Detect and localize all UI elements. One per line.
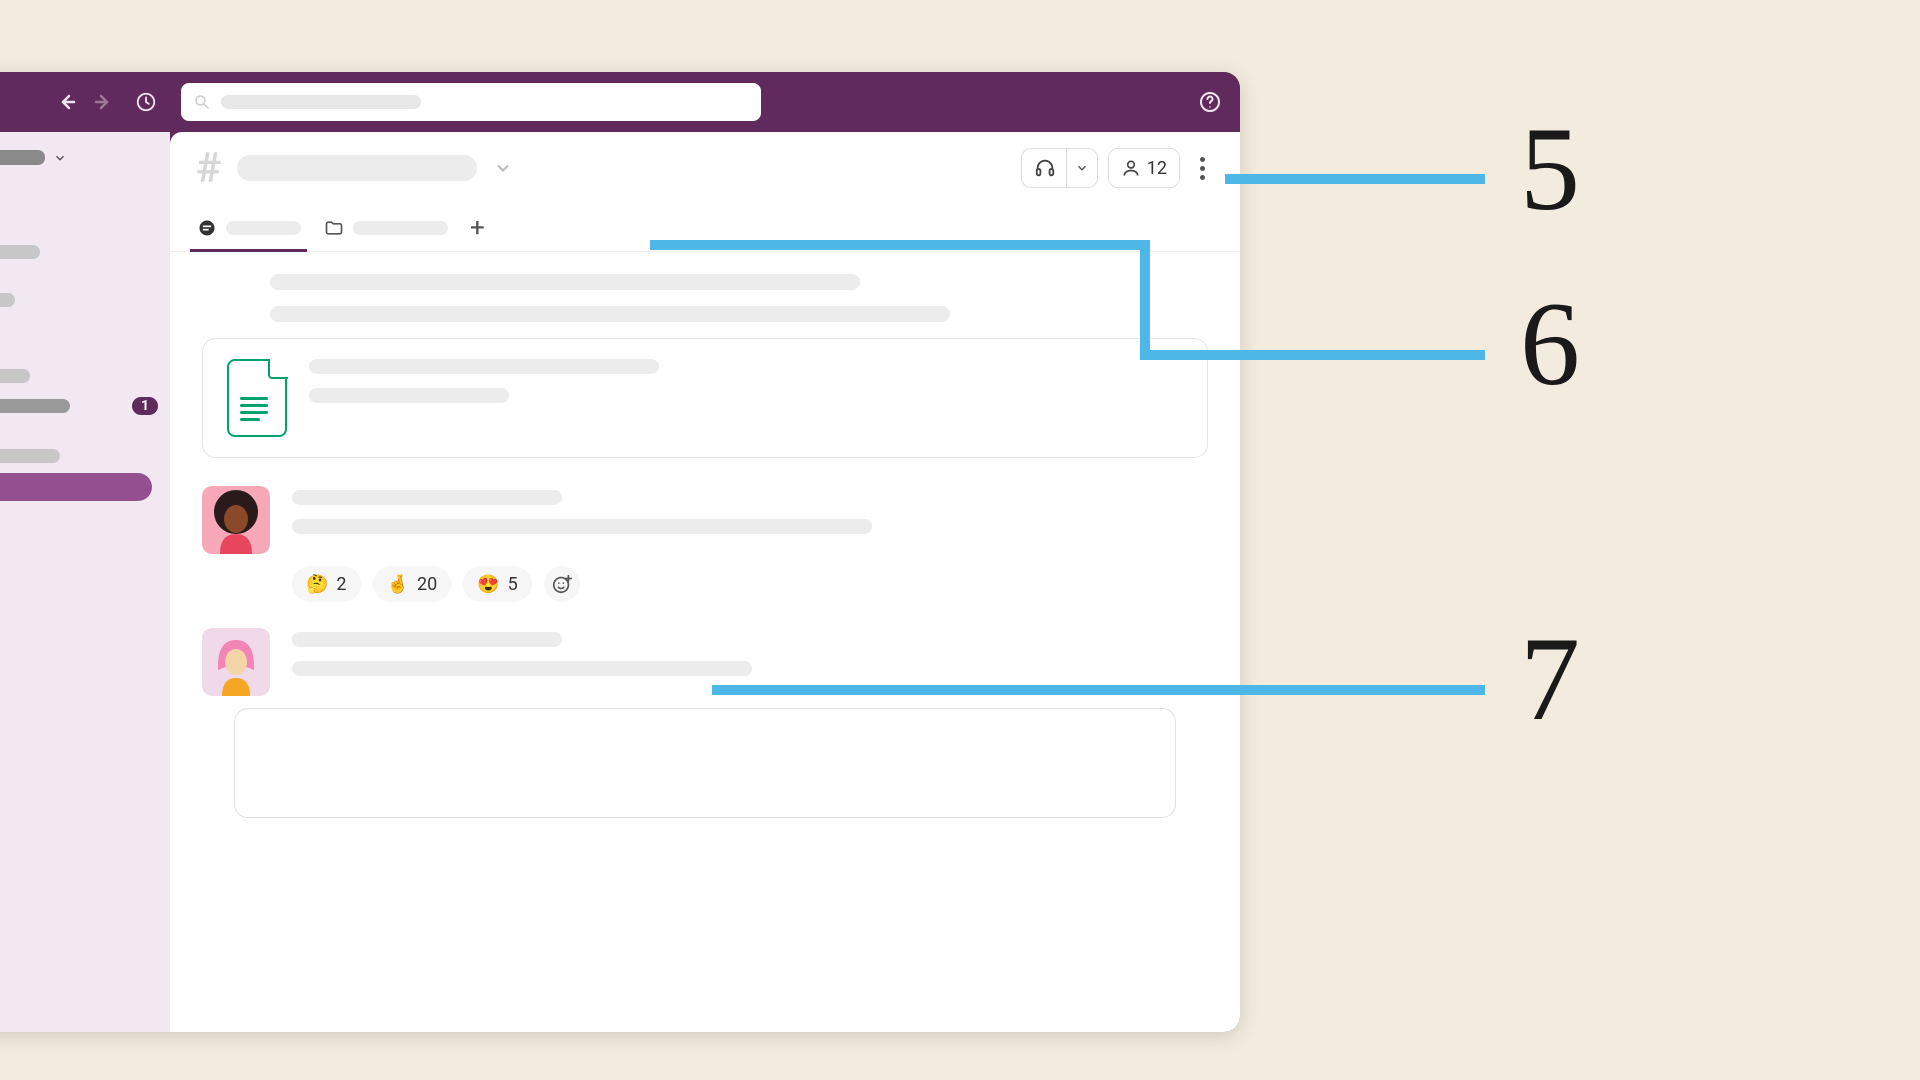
add-reaction-button[interactable] — [544, 566, 580, 602]
file-attachment-card[interactable] — [202, 338, 1208, 458]
reaction-count: 20 — [417, 574, 437, 595]
callout-line — [1140, 350, 1485, 360]
callout-number-6: 6 — [1520, 275, 1580, 413]
sidebar-item[interactable] — [0, 315, 170, 341]
callout-line — [650, 240, 1150, 250]
history-button[interactable] — [133, 89, 159, 115]
reaction-thinking[interactable]: 🤔 2 — [292, 566, 361, 602]
placeholder-line — [270, 274, 860, 290]
reaction-heart-eyes[interactable]: 😍 5 — [463, 566, 532, 602]
sidebar: 1 — [0, 132, 170, 1032]
callout-line — [1225, 174, 1485, 184]
emoji-icon: 🤔 — [306, 574, 328, 595]
reaction-fingers-crossed[interactable]: 🤞 20 — [373, 566, 452, 602]
sidebar-item-unread[interactable]: 1 — [0, 391, 170, 421]
search-placeholder — [221, 95, 421, 109]
app-window: 1 # — [0, 72, 1240, 1032]
avatar[interactable] — [202, 486, 270, 554]
placeholder-line — [270, 306, 950, 322]
add-tab-button[interactable]: + — [470, 213, 485, 243]
person-icon — [1121, 158, 1141, 178]
sidebar-item[interactable] — [0, 239, 170, 265]
chevron-down-icon — [53, 151, 67, 165]
workspace-switcher[interactable] — [0, 150, 170, 183]
avatar[interactable] — [202, 628, 270, 696]
nav-back-button[interactable] — [53, 89, 79, 115]
huddle-button[interactable] — [1021, 148, 1066, 188]
emoji-icon: 🤞 — [387, 574, 409, 595]
callout-line — [712, 685, 1485, 695]
channel-header: # 12 — [170, 132, 1240, 204]
callout-number-5: 5 — [1520, 100, 1580, 238]
tab-messages[interactable] — [196, 204, 301, 251]
reaction-count: 5 — [508, 574, 518, 595]
chevron-down-icon — [1075, 161, 1089, 175]
add-emoji-icon — [551, 573, 573, 595]
sidebar-item[interactable] — [0, 211, 170, 237]
reaction-count: 2 — [336, 574, 346, 595]
member-count: 12 — [1147, 158, 1167, 179]
callout-line — [1140, 240, 1150, 360]
folder-icon — [323, 217, 345, 239]
unread-badge: 1 — [132, 397, 158, 415]
message-composer[interactable] — [234, 708, 1176, 818]
channel-main: # 12 — [170, 132, 1240, 1032]
reactions-bar: 🤔 2 🤞 20 😍 5 — [292, 566, 1208, 602]
message-list: 🤔 2 🤞 20 😍 5 — [170, 252, 1240, 850]
hash-icon: # — [196, 144, 221, 193]
callout-number-7: 7 — [1520, 610, 1580, 748]
help-button[interactable] — [1196, 88, 1224, 116]
members-button[interactable]: 12 — [1108, 148, 1180, 188]
channel-name[interactable] — [237, 155, 477, 181]
sidebar-item[interactable] — [0, 183, 170, 209]
document-icon — [227, 359, 287, 437]
top-bar — [0, 72, 1240, 132]
message-item — [202, 486, 1208, 554]
huddle-menu-button[interactable] — [1066, 148, 1098, 188]
search-input[interactable] — [181, 83, 761, 121]
tab-files[interactable] — [323, 204, 448, 251]
nav-forward-button[interactable] — [91, 89, 117, 115]
sidebar-item[interactable] — [0, 287, 170, 313]
sidebar-item-selected[interactable] — [0, 473, 152, 501]
more-actions-button[interactable] — [1190, 149, 1214, 188]
headphones-icon — [1034, 157, 1056, 179]
sidebar-item[interactable] — [0, 443, 170, 469]
messages-icon — [196, 217, 218, 239]
sidebar-item[interactable] — [0, 363, 170, 389]
chevron-down-icon[interactable] — [493, 158, 513, 178]
search-icon — [193, 93, 211, 111]
emoji-icon: 😍 — [477, 574, 499, 595]
